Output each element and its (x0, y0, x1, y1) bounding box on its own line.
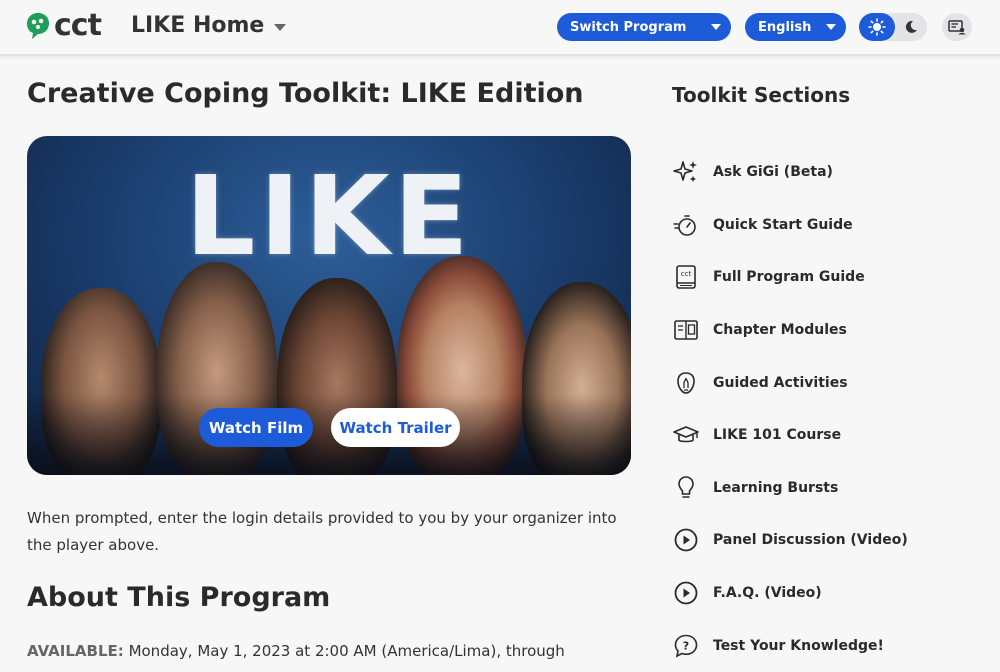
toolkit-sections-list: Ask GiGi (Beta) Quick Start Guide cct Fu… (672, 146, 982, 672)
question-bubble-icon: ? (672, 632, 700, 660)
hero-shade (27, 395, 631, 475)
lightbulb-icon (672, 474, 700, 502)
graduation-cap-icon (672, 421, 700, 449)
available-label: AVAILABLE: (27, 642, 124, 660)
svg-text:?: ? (683, 639, 689, 652)
sidebar-item-faq-video[interactable]: F.A.Q. (Video) (672, 567, 982, 620)
sidebar-item-quick-start-guide[interactable]: Quick Start Guide (672, 199, 982, 252)
account-menu-button[interactable] (942, 13, 972, 41)
sidebar-item-chapter-modules[interactable]: Chapter Modules (672, 304, 982, 357)
sidebar-item-label: Quick Start Guide (713, 216, 853, 233)
sidebar-item-label: Full Program Guide (713, 269, 865, 286)
sidebar-item-label: Panel Discussion (Video) (713, 532, 908, 549)
page-title: Creative Coping Toolkit: LIKE Edition (27, 78, 584, 109)
sidebar-item-label: LIKE 101 Course (713, 427, 842, 444)
language-select[interactable]: English (745, 13, 846, 41)
sidebar-item-label: Chapter Modules (713, 322, 847, 339)
sun-icon (868, 18, 886, 36)
svg-text:cct: cct (681, 270, 692, 278)
sparkles-icon (672, 158, 700, 186)
book-icon: cct (672, 263, 700, 291)
sidebar-item-label: Test Your Knowledge! (713, 637, 884, 654)
switch-program-label: Switch Program (570, 19, 687, 35)
watch-trailer-button[interactable]: Watch Trailer (331, 408, 460, 447)
lightbulb-hand-icon (672, 369, 700, 397)
sidebar-item-label: F.A.Q. (Video) (713, 585, 822, 602)
sidebar-item-like-101-course[interactable]: LIKE 101 Course (672, 409, 982, 462)
watch-film-button[interactable]: Watch Film (199, 408, 313, 447)
modules-icon (672, 316, 700, 344)
dark-mode-button[interactable] (899, 17, 923, 37)
chevron-down-icon[interactable] (274, 24, 286, 31)
cct-logo-mark-icon (27, 13, 49, 39)
sidebar-item-panel-discussion[interactable]: Panel Discussion (Video) (672, 514, 982, 567)
sidebar-item-learning-bursts[interactable]: Learning Bursts (672, 462, 982, 515)
availability-line: AVAILABLE: Monday, May 1, 2023 at 2:00 A… (27, 642, 565, 660)
toolkit-sections-heading: Toolkit Sections (672, 83, 851, 107)
about-program-heading: About This Program (27, 582, 331, 613)
sidebar-item-label: Learning Bursts (713, 479, 839, 496)
chevron-down-icon (711, 24, 721, 30)
stopwatch-icon (672, 211, 700, 239)
login-instructions: When prompted, enter the login details p… (27, 509, 617, 554)
switch-program-button[interactable]: Switch Program (557, 13, 731, 41)
play-circle-icon (672, 579, 700, 607)
theme-toggle[interactable] (859, 13, 927, 41)
program-home-title[interactable]: LIKE Home (131, 13, 264, 38)
sidebar-item-guided-activities[interactable]: Guided Activities (672, 356, 982, 409)
available-text: Monday, May 1, 2023 at 2:00 AM (America/… (128, 642, 565, 660)
video-player-hero[interactable]: LIKE (27, 136, 631, 475)
sidebar-item-label: Ask GiGi (Beta) (713, 164, 833, 181)
account-card-icon (948, 20, 966, 35)
language-label: English (758, 19, 812, 35)
sidebar-item-ask-gigi[interactable]: Ask GiGi (Beta) (672, 146, 982, 199)
moon-icon (905, 20, 917, 33)
play-circle-icon (672, 526, 700, 554)
film-title-art: LIKE (185, 152, 473, 280)
sidebar-item-test-your-knowledge[interactable]: ? Test Your Knowledge! (672, 619, 982, 672)
chevron-down-icon (826, 24, 836, 30)
light-mode-button[interactable] (859, 13, 895, 41)
sidebar-item-full-program-guide[interactable]: cct Full Program Guide (672, 251, 982, 304)
sidebar-item-label: Guided Activities (713, 374, 848, 391)
logo-text: cct (54, 8, 102, 43)
top-header: cct LIKE Home Switch Program English (0, 0, 1000, 56)
cct-logo[interactable]: cct (26, 8, 102, 43)
